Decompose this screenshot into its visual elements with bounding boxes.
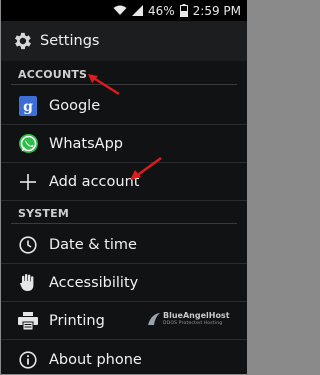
account-label-whatsapp: WhatsApp: [49, 135, 123, 152]
hand-icon: [17, 272, 39, 294]
screen: 46% 2:59 PM Settings ACCOUNTS g Google W…: [1, 0, 247, 374]
watermark-emblem-icon: [148, 313, 160, 325]
clock-time: 2:59 PM: [192, 3, 241, 18]
add-account-item[interactable]: Add account: [1, 163, 247, 201]
info-icon: [17, 349, 39, 371]
signal-icon: [131, 5, 143, 16]
system-item-accessibility[interactable]: Accessibility: [1, 264, 247, 302]
accessibility-label: Accessibility: [49, 274, 139, 291]
clock-icon: [17, 234, 39, 256]
divider: [11, 84, 237, 85]
whatsapp-icon: [17, 133, 39, 155]
add-account-label: Add account: [49, 173, 140, 190]
watermark-logo: BlueAngelHost DDOS Protected Hosting: [147, 310, 239, 330]
annotation-arrow-icon: [88, 74, 120, 96]
annotation-arrow-icon: [130, 157, 162, 180]
date-time-label: Date & time: [49, 236, 137, 253]
system-header-label: SYSTEM: [18, 207, 69, 220]
status-bar: 46% 2:59 PM: [1, 0, 247, 21]
watermark-subtitle: DDOS Protected Hosting: [163, 321, 223, 326]
google-icon: g: [17, 95, 39, 117]
account-item-whatsapp[interactable]: WhatsApp: [1, 125, 247, 163]
system-item-about-phone[interactable]: About phone: [1, 341, 247, 374]
action-bar: Settings: [1, 21, 247, 61]
page-title: Settings: [40, 33, 100, 49]
system-section-header: SYSTEM: [1, 202, 247, 224]
about-phone-label: About phone: [49, 351, 142, 368]
plus-icon: [17, 171, 39, 193]
battery-icon: [179, 4, 188, 17]
printing-label: Printing: [49, 312, 105, 329]
accounts-section-header: ACCOUNTS: [1, 63, 247, 85]
svg-text:g: g: [23, 99, 33, 115]
system-item-date-time[interactable]: Date & time: [1, 226, 247, 264]
printer-icon: [17, 310, 39, 332]
battery-percent: 46%: [147, 3, 175, 18]
wifi-icon: [113, 5, 127, 15]
account-label-google: Google: [49, 97, 101, 114]
account-item-google[interactable]: g Google: [1, 87, 247, 125]
watermark-title: BlueAngelHost: [163, 311, 230, 320]
gear-icon[interactable]: [11, 30, 33, 52]
accounts-header-label: ACCOUNTS: [18, 68, 88, 81]
divider: [11, 223, 237, 224]
